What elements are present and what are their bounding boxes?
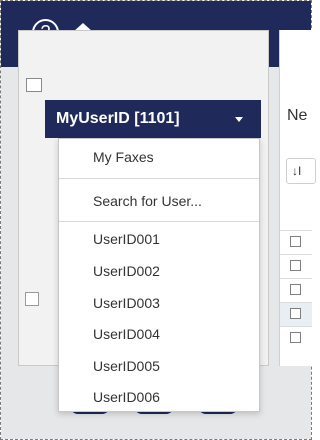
row-checkbox[interactable] (290, 284, 301, 295)
menu-item-user[interactable]: UserID002 (93, 263, 160, 279)
row-checkbox[interactable] (290, 236, 301, 247)
menu-item-user[interactable]: UserID001 (93, 231, 160, 247)
table-row[interactable] (280, 254, 312, 278)
menu-item-search-user[interactable]: Search for User... (93, 193, 202, 209)
menu-divider (59, 178, 259, 179)
menu-item-user[interactable]: UserID005 (93, 358, 160, 374)
user-dropdown-label: MyUserID [1101] (56, 110, 180, 127)
menu-item-my-faxes[interactable]: My Faxes (93, 149, 154, 165)
table-row[interactable] (280, 230, 312, 254)
panel-checkbox[interactable] (25, 292, 39, 306)
user-dropdown-menu: My Faxes Search for User... UserID001 Us… (58, 138, 260, 412)
table-row[interactable] (280, 326, 312, 350)
user-dropdown[interactable]: MyUserID [1101] (45, 100, 261, 138)
main-panel-title: Ne (287, 107, 308, 124)
row-checkbox[interactable] (290, 332, 301, 343)
menu-divider (59, 221, 259, 222)
menu-item-user[interactable]: UserID004 (93, 326, 160, 342)
row-checkbox[interactable] (290, 308, 301, 319)
menu-item-user[interactable]: UserID006 (93, 389, 160, 405)
menu-item-user[interactable]: UserID003 (93, 295, 160, 311)
row-checkbox[interactable] (290, 260, 301, 271)
sort-button[interactable]: ↓I (286, 158, 316, 184)
table-row[interactable] (280, 278, 312, 302)
table-row[interactable] (280, 302, 312, 326)
panel-tab[interactable] (26, 78, 42, 92)
caret-down-icon (235, 117, 243, 122)
